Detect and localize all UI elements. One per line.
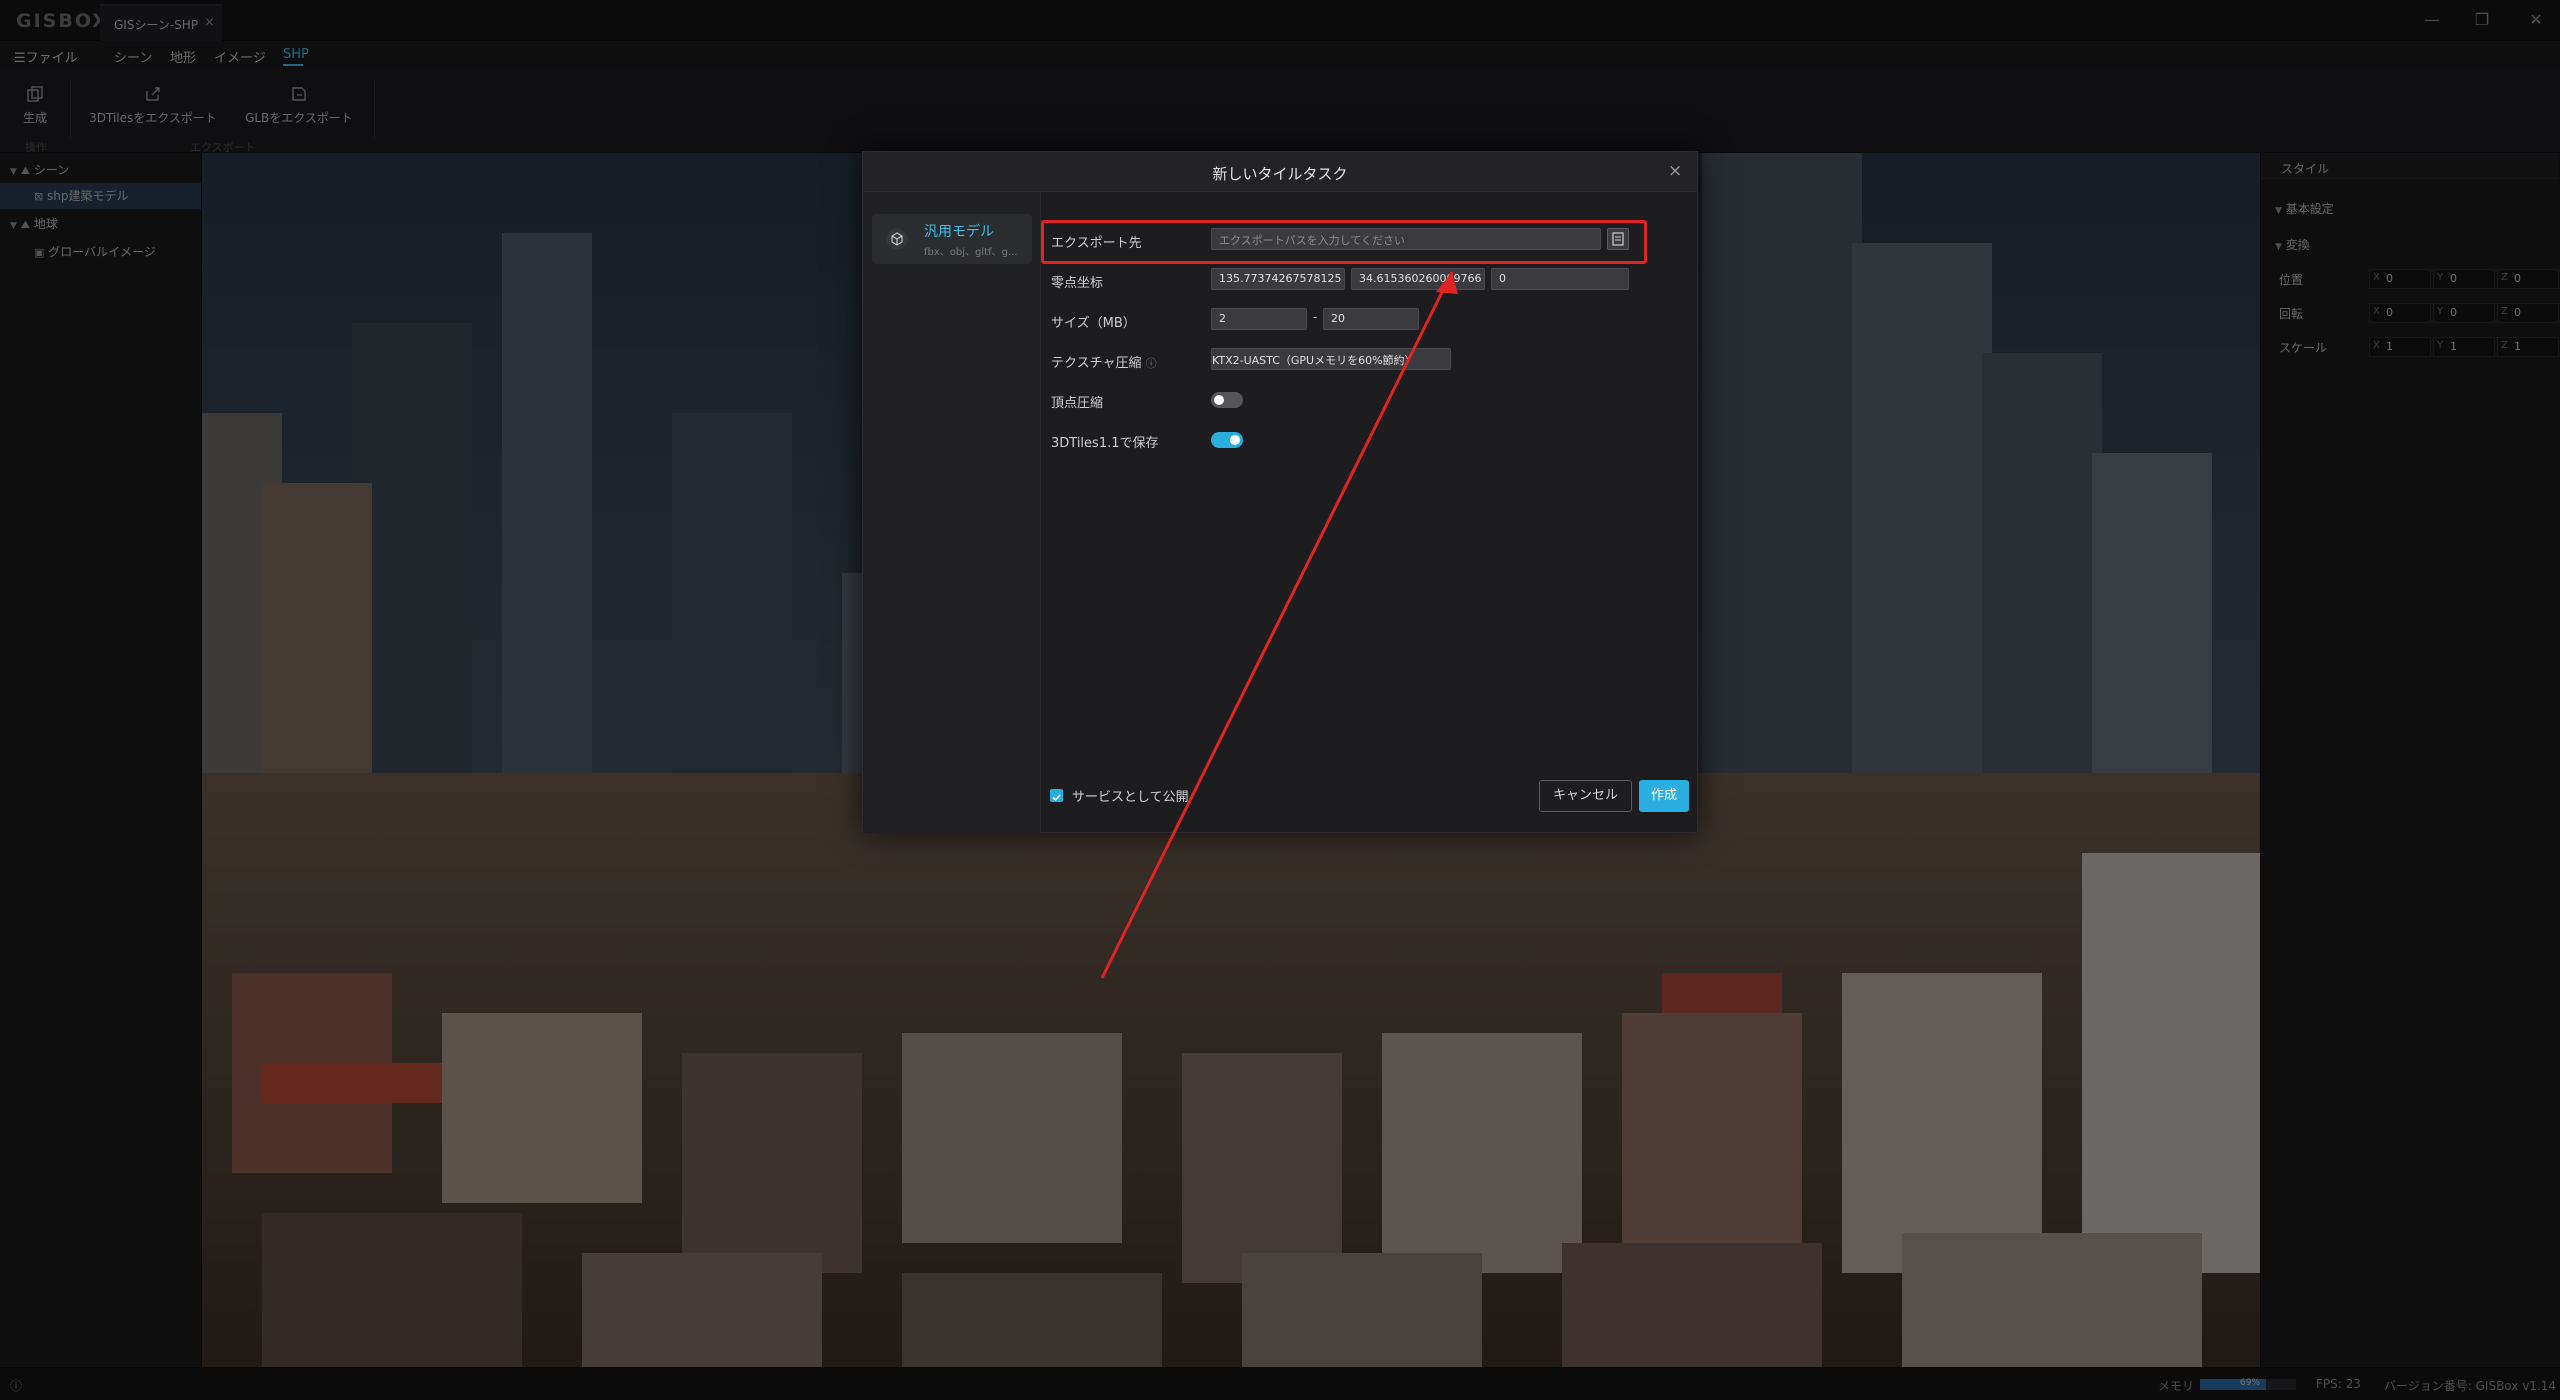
cancel-button[interactable]: キャンセル: [1539, 780, 1632, 812]
vertex-compression-toggle[interactable]: [1211, 392, 1243, 408]
new-tile-task-dialog: 新しいタイルタスク × 汎用モデル fbx、obj、gltf、g... エクスポ…: [862, 151, 1698, 833]
origin-latitude-input[interactable]: 34.615360260009766: [1351, 268, 1485, 290]
toggle-knob: [1214, 395, 1224, 405]
vertex-compression-label: 頂点圧縮: [1051, 396, 1104, 411]
origin-longitude-input[interactable]: 135.77374267578125: [1211, 268, 1345, 290]
publish-service-checkbox[interactable]: [1050, 789, 1063, 802]
save-3dtiles11-label: 3DTiles1.1で保存: [1051, 436, 1159, 451]
cube-icon: [886, 228, 908, 250]
model-type-formats: fbx、obj、gltf、g...: [924, 247, 1018, 258]
size-max-input[interactable]: 20: [1323, 308, 1419, 330]
origin-coordinate-label: 零点坐标: [1051, 276, 1104, 291]
publish-service-label: サービスとして公開: [1072, 790, 1189, 805]
check-icon: [1052, 794, 1061, 802]
dialog-title: 新しいタイルタスク: [1212, 165, 1348, 183]
texture-compression-select[interactable]: KTX2-UASTC（GPUメモリを60%節約）: [1211, 348, 1451, 370]
model-type-generic[interactable]: 汎用モデル fbx、obj、gltf、g...: [872, 214, 1032, 264]
origin-height-input[interactable]: 0: [1491, 268, 1629, 290]
highlight-box: [1041, 220, 1647, 264]
model-type-name: 汎用モデル: [924, 224, 994, 240]
close-icon[interactable]: ×: [1668, 161, 1682, 181]
size-min-input[interactable]: 2: [1211, 308, 1307, 330]
help-icon[interactable]: ⓘ: [1146, 357, 1157, 370]
model-type-sidebar: 汎用モデル fbx、obj、gltf、g...: [863, 192, 1041, 833]
texture-compression-text: テクスチャ圧縮: [1051, 356, 1142, 371]
create-button[interactable]: 作成: [1639, 780, 1689, 812]
size-range-separator: -: [1313, 310, 1318, 324]
save-3dtiles11-toggle[interactable]: [1211, 432, 1243, 448]
toggle-knob: [1230, 435, 1240, 445]
dialog-header: 新しいタイルタスク ×: [863, 152, 1697, 192]
size-label: サイズ（MB）: [1051, 316, 1136, 331]
texture-compression-label: テクスチャ圧縮 ⓘ: [1051, 352, 1157, 371]
